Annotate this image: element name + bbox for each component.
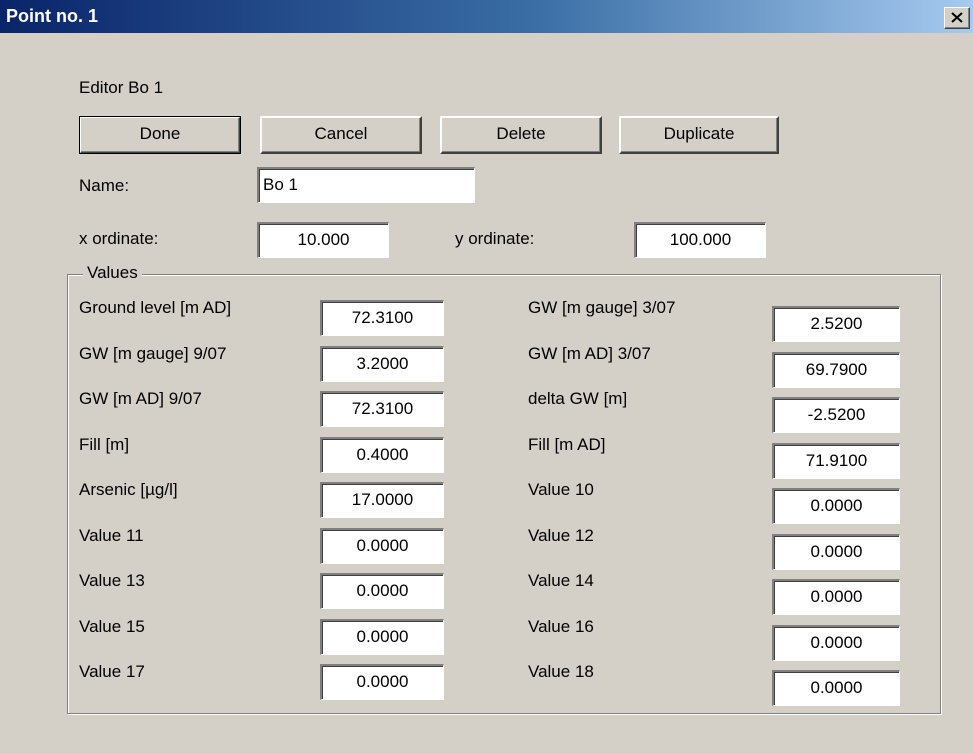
value-label: Fill [m] xyxy=(79,435,130,454)
values-row: GW [m AD] 9/07 72.3100 delta GW [m] -2.5… xyxy=(0,385,973,433)
value-label: Value 13 xyxy=(79,571,145,590)
close-icon xyxy=(951,12,963,23)
title-bar[interactable]: Point no. 1 xyxy=(0,0,973,33)
value-input[interactable]: 0.0000 xyxy=(320,573,444,609)
values-row: Value 11 0.0000 Value 12 0.0000 xyxy=(0,522,973,570)
y-ordinate-input[interactable]: 100.000 xyxy=(634,222,766,258)
x-ordinate-label: x ordinate: xyxy=(79,229,159,248)
value-label: Arsenic [µg/l] xyxy=(79,480,178,499)
y-ordinate-label: y ordinate: xyxy=(455,229,535,248)
value-input[interactable]: 72.3100 xyxy=(320,300,444,336)
value-input[interactable]: 0.0000 xyxy=(772,534,900,570)
value-label: Fill [m AD] xyxy=(528,435,606,454)
values-row: Fill [m] 0.4000 Fill [m AD] 71.9100 xyxy=(0,431,973,479)
value-label: Value 11 xyxy=(79,526,144,545)
cancel-button[interactable]: Cancel xyxy=(260,116,422,154)
editor-label: Editor Bo 1 xyxy=(79,78,164,97)
value-input[interactable]: 0.0000 xyxy=(320,619,444,655)
values-row: Value 17 0.0000 Value 18 0.0000 xyxy=(0,658,973,706)
value-input[interactable]: 2.5200 xyxy=(772,306,900,342)
x-ordinate-input[interactable]: 10.000 xyxy=(257,222,389,258)
value-input[interactable]: 71.9100 xyxy=(772,443,900,479)
value-input[interactable]: 0.0000 xyxy=(772,670,900,706)
value-input[interactable]: 0.0000 xyxy=(772,579,900,615)
value-label: Value 18 xyxy=(528,662,594,681)
value-input[interactable]: 0.0000 xyxy=(320,664,444,700)
values-row: Arsenic [µg/l] 17.0000 Value 10 0.0000 xyxy=(0,476,973,524)
value-label: Value 16 xyxy=(528,617,594,636)
values-row: Value 15 0.0000 Value 16 0.0000 xyxy=(0,613,973,661)
value-input[interactable]: -2.5200 xyxy=(772,397,900,433)
name-input[interactable]: Bo 1 xyxy=(257,167,475,203)
value-label: delta GW [m] xyxy=(528,389,628,408)
values-row: Value 13 0.0000 Value 14 0.0000 xyxy=(0,567,973,615)
values-group-title: Values xyxy=(83,263,142,283)
value-label: GW [m AD] 9/07 xyxy=(79,389,202,408)
value-input[interactable]: 0.4000 xyxy=(320,437,444,473)
value-input[interactable]: 0.0000 xyxy=(772,625,900,661)
values-row: GW [m gauge] 9/07 3.2000 GW [m AD] 3/07 … xyxy=(0,340,973,388)
point-editor-dialog: Point no. 1 Editor Bo 1 Done Cancel Dele… xyxy=(0,0,973,753)
value-label: Ground level [m AD] xyxy=(79,298,232,317)
window-title: Point no. 1 xyxy=(6,6,98,26)
value-label: Value 14 xyxy=(528,571,594,590)
value-label: GW [m gauge] 3/07 xyxy=(528,298,676,317)
delete-button[interactable]: Delete xyxy=(440,116,602,154)
value-label: Value 10 xyxy=(528,480,594,499)
value-input[interactable]: 0.0000 xyxy=(320,528,444,564)
value-input[interactable]: 72.3100 xyxy=(320,391,444,427)
duplicate-button[interactable]: Duplicate xyxy=(619,116,779,154)
value-label: GW [m gauge] 9/07 xyxy=(79,344,227,363)
done-button[interactable]: Done xyxy=(79,116,241,154)
name-label: Name: xyxy=(79,176,130,195)
value-input[interactable]: 3.2000 xyxy=(320,346,444,382)
value-label: Value 15 xyxy=(79,617,145,636)
values-row: Ground level [m AD] 72.3100 GW [m gauge]… xyxy=(0,294,973,342)
value-input[interactable]: 69.7900 xyxy=(772,352,900,388)
value-label: Value 17 xyxy=(79,662,145,681)
value-input[interactable]: 0.0000 xyxy=(772,488,900,524)
value-label: GW [m AD] 3/07 xyxy=(528,344,651,363)
close-button[interactable] xyxy=(944,7,970,29)
value-label: Value 12 xyxy=(528,526,594,545)
value-input[interactable]: 17.0000 xyxy=(320,482,444,518)
